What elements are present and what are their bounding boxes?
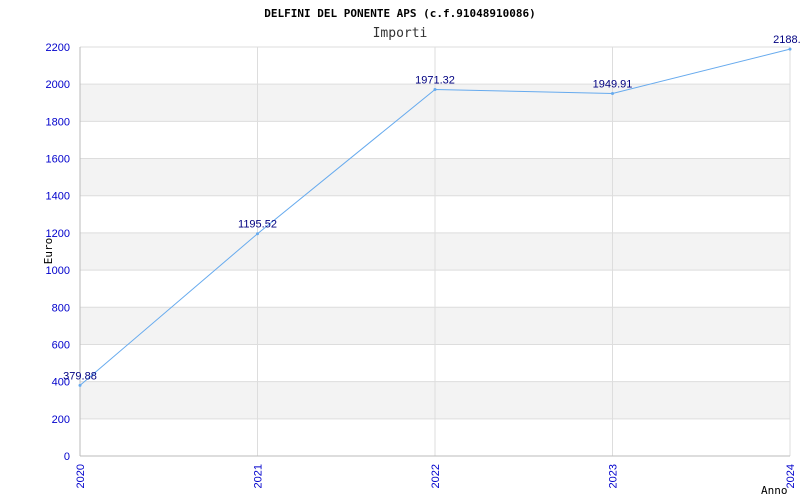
y-tick-label: 1800 [46, 116, 70, 128]
data-label: 1195.52 [238, 219, 277, 231]
data-label: 2188.7 [773, 34, 800, 46]
y-tick-label: 2200 [46, 42, 70, 54]
data-label: 1971.32 [415, 75, 455, 87]
y-tick-label: 1600 [46, 154, 70, 166]
data-label: 1949.91 [593, 78, 633, 90]
data-point [788, 47, 792, 51]
y-tick-label: 800 [52, 302, 70, 314]
x-tick-label: 2021 [253, 464, 265, 488]
chart-subtitle: Importi [373, 26, 428, 41]
data-point [256, 232, 259, 236]
x-tick-label: 2022 [430, 464, 442, 488]
chart-title: DELFINI DEL PONENTE APS (c.f.91048910086… [264, 7, 536, 20]
line-chart: 0200400600800100012001400160018002000220… [42, 7, 800, 497]
y-tick-label: 0 [64, 451, 70, 463]
x-tick-labels: 2020 2021 2022 2023 2024 [75, 464, 797, 488]
y-tick-label: 1400 [46, 191, 70, 203]
y-tick-label: 600 [52, 339, 70, 351]
x-tick-label: 2020 [75, 464, 87, 488]
data-point [611, 91, 614, 95]
y-tick-label: 200 [52, 414, 70, 426]
y-tick-label: 2000 [46, 79, 70, 91]
y-tick-label: 1000 [46, 265, 70, 277]
data-label: 379.88 [63, 370, 97, 382]
x-tick-label: 2023 [608, 464, 620, 488]
data-point [78, 383, 82, 387]
y-axis-label: Euro [42, 238, 55, 265]
data-point [433, 88, 437, 92]
x-axis-label: Anno [761, 484, 788, 497]
